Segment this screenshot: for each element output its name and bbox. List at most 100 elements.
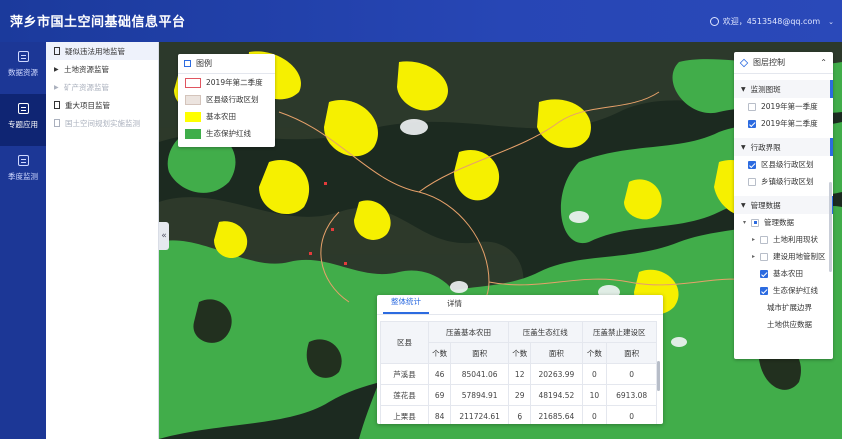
layer-checkbox-county[interactable]: 区县级行政区划 [734, 156, 833, 173]
legend-label: 区县级行政区划 [206, 95, 259, 104]
table-cell: 20263.99 [530, 363, 583, 385]
app-title: 萍乡市国土空间基础信息平台 [10, 15, 186, 30]
subnav-land-resources[interactable]: ▶ 土地资源监管 [46, 60, 158, 78]
column-header: 面积 [530, 342, 583, 364]
caret-right-icon[interactable]: ▸ [752, 236, 760, 243]
subnav-major-projects[interactable]: 重大项目监管 [46, 96, 158, 114]
subnav-label: 疑似违法用地监管 [65, 46, 125, 56]
nav-thematic-apps[interactable]: 专题应用 [0, 94, 46, 146]
subnav-label: 土地资源监管 [64, 64, 109, 74]
chevron-up-icon[interactable]: ⌃ [820, 58, 827, 67]
chevron-down-icon: ⌄ [828, 17, 834, 26]
layer-checkbox-township[interactable]: 乡镇级行政区划 [734, 173, 833, 190]
stats-scrollbar[interactable] [657, 361, 660, 391]
column-header: 压盖生态红线 [508, 321, 583, 343]
checkbox[interactable] [748, 177, 756, 186]
file-icon [54, 101, 60, 109]
subnav-mineral-resources[interactable]: ▶ 矿产资源监管 [46, 78, 158, 96]
checkbox[interactable] [748, 119, 756, 128]
checkbox-label: 2019年第一季度 [761, 102, 818, 111]
table-row: 莲花县 69 57894.91 29 48194.52 10 6913.08 [380, 384, 657, 406]
nav-data-resources[interactable]: 数据资源 [0, 42, 46, 94]
legend-item: 基本农田 [178, 108, 275, 125]
legend-item: 2019年第二季度 [178, 74, 275, 91]
chevron-right-icon: ▶ [54, 65, 59, 73]
table-cell: 48194.52 [530, 384, 583, 406]
user-label: 欢迎，4513548@qq.com [722, 17, 821, 26]
layer-checkbox-q1[interactable]: 2019年第一季度 [734, 98, 833, 115]
table-cell: 46 [427, 363, 452, 385]
tree-item-land-supply[interactable]: 土地供应数据 [734, 316, 833, 333]
table-cell: 莲花县 [380, 384, 429, 406]
legend-label: 2019年第二季度 [206, 78, 263, 87]
nav-quarterly-monitoring[interactable]: 季度监测 [0, 146, 46, 198]
layer-panel-scrollbar[interactable] [829, 182, 832, 272]
checkbox-label: 2019年第二季度 [761, 119, 818, 128]
user-menu[interactable]: 欢迎，4513548@qq.com ⌄ [709, 16, 834, 27]
table-cell: 0 [606, 405, 657, 424]
layer-section-management[interactable]: ▼ 管理数据 [734, 196, 833, 214]
checkbox-label: 基本农田 [773, 269, 803, 278]
checkbox[interactable] [760, 235, 768, 244]
nav-label: 数据资源 [8, 68, 38, 77]
collapse-panel-button[interactable]: « [159, 222, 169, 250]
tree-item-eco-redline[interactable]: 生态保护红线 [734, 282, 833, 299]
monitor-icon [17, 155, 29, 166]
stats-table: 区县 压盖基本农田 压盖生态红线 压盖禁止建设区 个数 面积 个数 面积 个数 … [380, 321, 658, 424]
column-header: 个数 [508, 342, 532, 364]
table-cell: 上栗县 [380, 405, 429, 424]
nav-label: 专题应用 [8, 120, 38, 129]
checkbox[interactable] [760, 269, 768, 278]
checkbox[interactable] [748, 102, 756, 111]
table-row: 芦溪县 46 85041.06 12 20263.99 0 0 [380, 363, 657, 385]
file-icon [54, 47, 60, 55]
table-cell: 29 [508, 384, 532, 406]
column-header: 区县 [380, 321, 429, 364]
nav-label: 季度监测 [8, 172, 38, 181]
subnav-illegal-land[interactable]: 疑似违法用地监管 [46, 42, 158, 60]
checkbox-label: 生态保护红线 [773, 286, 818, 295]
caret-down-icon: ▼ [741, 143, 746, 151]
table-cell: 芦溪县 [380, 363, 429, 385]
legend-title: 图例 [196, 59, 212, 68]
checkbox[interactable] [760, 286, 768, 295]
checkbox[interactable] [748, 160, 756, 169]
table-cell: 85041.06 [450, 363, 510, 385]
section-title: 管理数据 [750, 200, 781, 210]
legend-header: 图例 [178, 54, 275, 74]
layer-section-admin[interactable]: ▼ 行政界限 [734, 138, 833, 156]
table-cell: 6913.08 [606, 384, 657, 406]
layer-panel-header[interactable]: 图层控制 ⌃ [734, 52, 833, 74]
tab-overall[interactable]: 整体统计 [383, 296, 429, 314]
chevron-down-icon[interactable]: ⌄ [517, 414, 523, 422]
layer-section-monitoring[interactable]: ▼ 监测图斑 [734, 80, 833, 98]
table-cell: 211724.61 [450, 405, 510, 424]
table-header-row: 区县 压盖基本农田 压盖生态红线 压盖禁止建设区 [380, 321, 658, 364]
caret-right-icon[interactable]: ▸ [752, 253, 760, 260]
column-header: 面积 [606, 342, 657, 364]
database-icon [17, 51, 29, 62]
tree-item-farmland[interactable]: 基本农田 [734, 265, 833, 282]
layer-control-panel: 图层控制 ⌃ ▼ 监测图斑 2019年第一季度 2019年第二季度 ▼ 行政界限… [734, 52, 833, 359]
sub-navigation: 疑似违法用地监管 ▶ 土地资源监管 ▶ 矿产资源监管 重大项目监管 国土空间规划… [46, 42, 159, 439]
table-cell: 12 [508, 363, 532, 385]
checkbox[interactable] [751, 218, 759, 227]
table-cell: 0 [581, 363, 608, 385]
checkbox-label: 土地供应数据 [767, 320, 812, 329]
legend-label: 生态保护红线 [206, 129, 251, 138]
tree-item-construction[interactable]: ▸ 建设用地管制区 [734, 248, 833, 265]
tree-root[interactable]: ▾ 管理数据 [734, 214, 833, 231]
layer-checkbox-q2[interactable]: 2019年第二季度 [734, 115, 833, 132]
legend-swatch [185, 111, 201, 122]
tree-item-landuse[interactable]: ▸ 土地利用现状 [734, 231, 833, 248]
legend-swatch [185, 128, 201, 139]
column-header: 压盖基本农田 [427, 321, 510, 343]
table-cell: 57894.91 [450, 384, 510, 406]
subnav-planning-monitoring[interactable]: 国土空间规划实施监测 [46, 114, 158, 132]
tree-item-urban-boundary[interactable]: 城市扩展边界 [734, 299, 833, 316]
checkbox[interactable] [760, 252, 768, 261]
caret-down-icon[interactable]: ▾ [743, 219, 751, 226]
tab-details[interactable]: 详情 [439, 298, 470, 314]
chevron-right-icon: ▶ [54, 83, 59, 91]
subnav-label: 矿产资源监管 [64, 82, 109, 92]
